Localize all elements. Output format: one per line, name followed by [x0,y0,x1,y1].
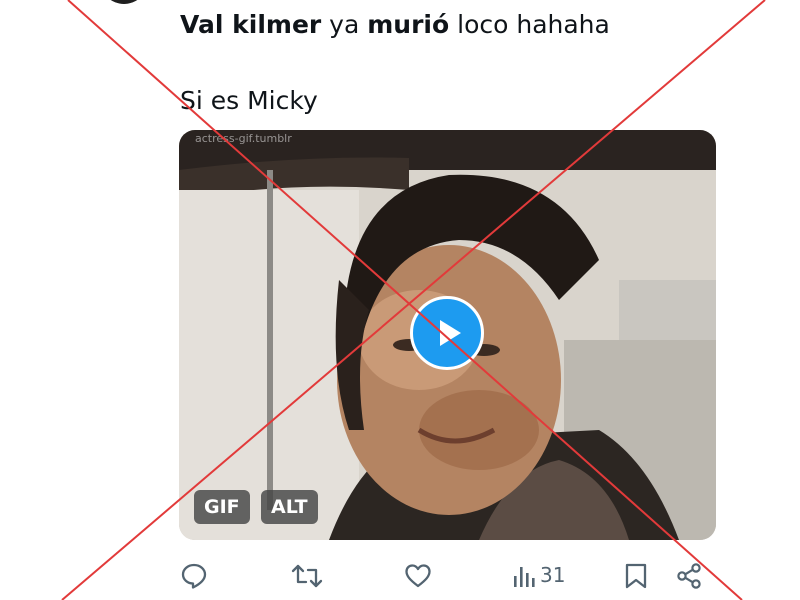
heart-icon [405,564,431,588]
media-gif[interactable]: actress-gif.tumblr GIF ALT [179,130,716,540]
tweet-text-plain-1: ya [321,10,368,39]
bookmark-icon [625,563,647,589]
tweet-text-line-2: Si es Micky [180,86,318,115]
alt-badge[interactable]: ALT [261,490,318,524]
share-button[interactable] [676,556,704,596]
tweet-text-bold-1: Val kilmer [180,10,322,39]
views-count: 31 [540,563,566,587]
play-button[interactable] [410,296,484,370]
views-icon [514,567,535,587]
reply-icon [181,563,207,589]
gif-badge[interactable]: GIF [194,490,250,524]
tweet-actions-bar: 31 [0,556,800,596]
tweet-text-line-1: Val kilmer ya murió loco hahaha [180,8,610,42]
reply-button[interactable] [180,556,212,596]
tweet-text-plain-2: loco hahaha [449,10,610,39]
gif-watermark: actress-gif.tumblr [195,132,292,145]
tweet-text-bold-2: murió [367,10,450,39]
bookmark-button[interactable] [624,556,652,596]
like-button[interactable] [404,556,436,596]
retweet-icon [291,564,323,588]
share-icon [677,563,701,589]
play-icon [440,320,461,346]
views-button[interactable]: 31 [512,556,572,596]
retweet-button[interactable] [290,556,326,596]
avatar[interactable] [100,0,148,4]
